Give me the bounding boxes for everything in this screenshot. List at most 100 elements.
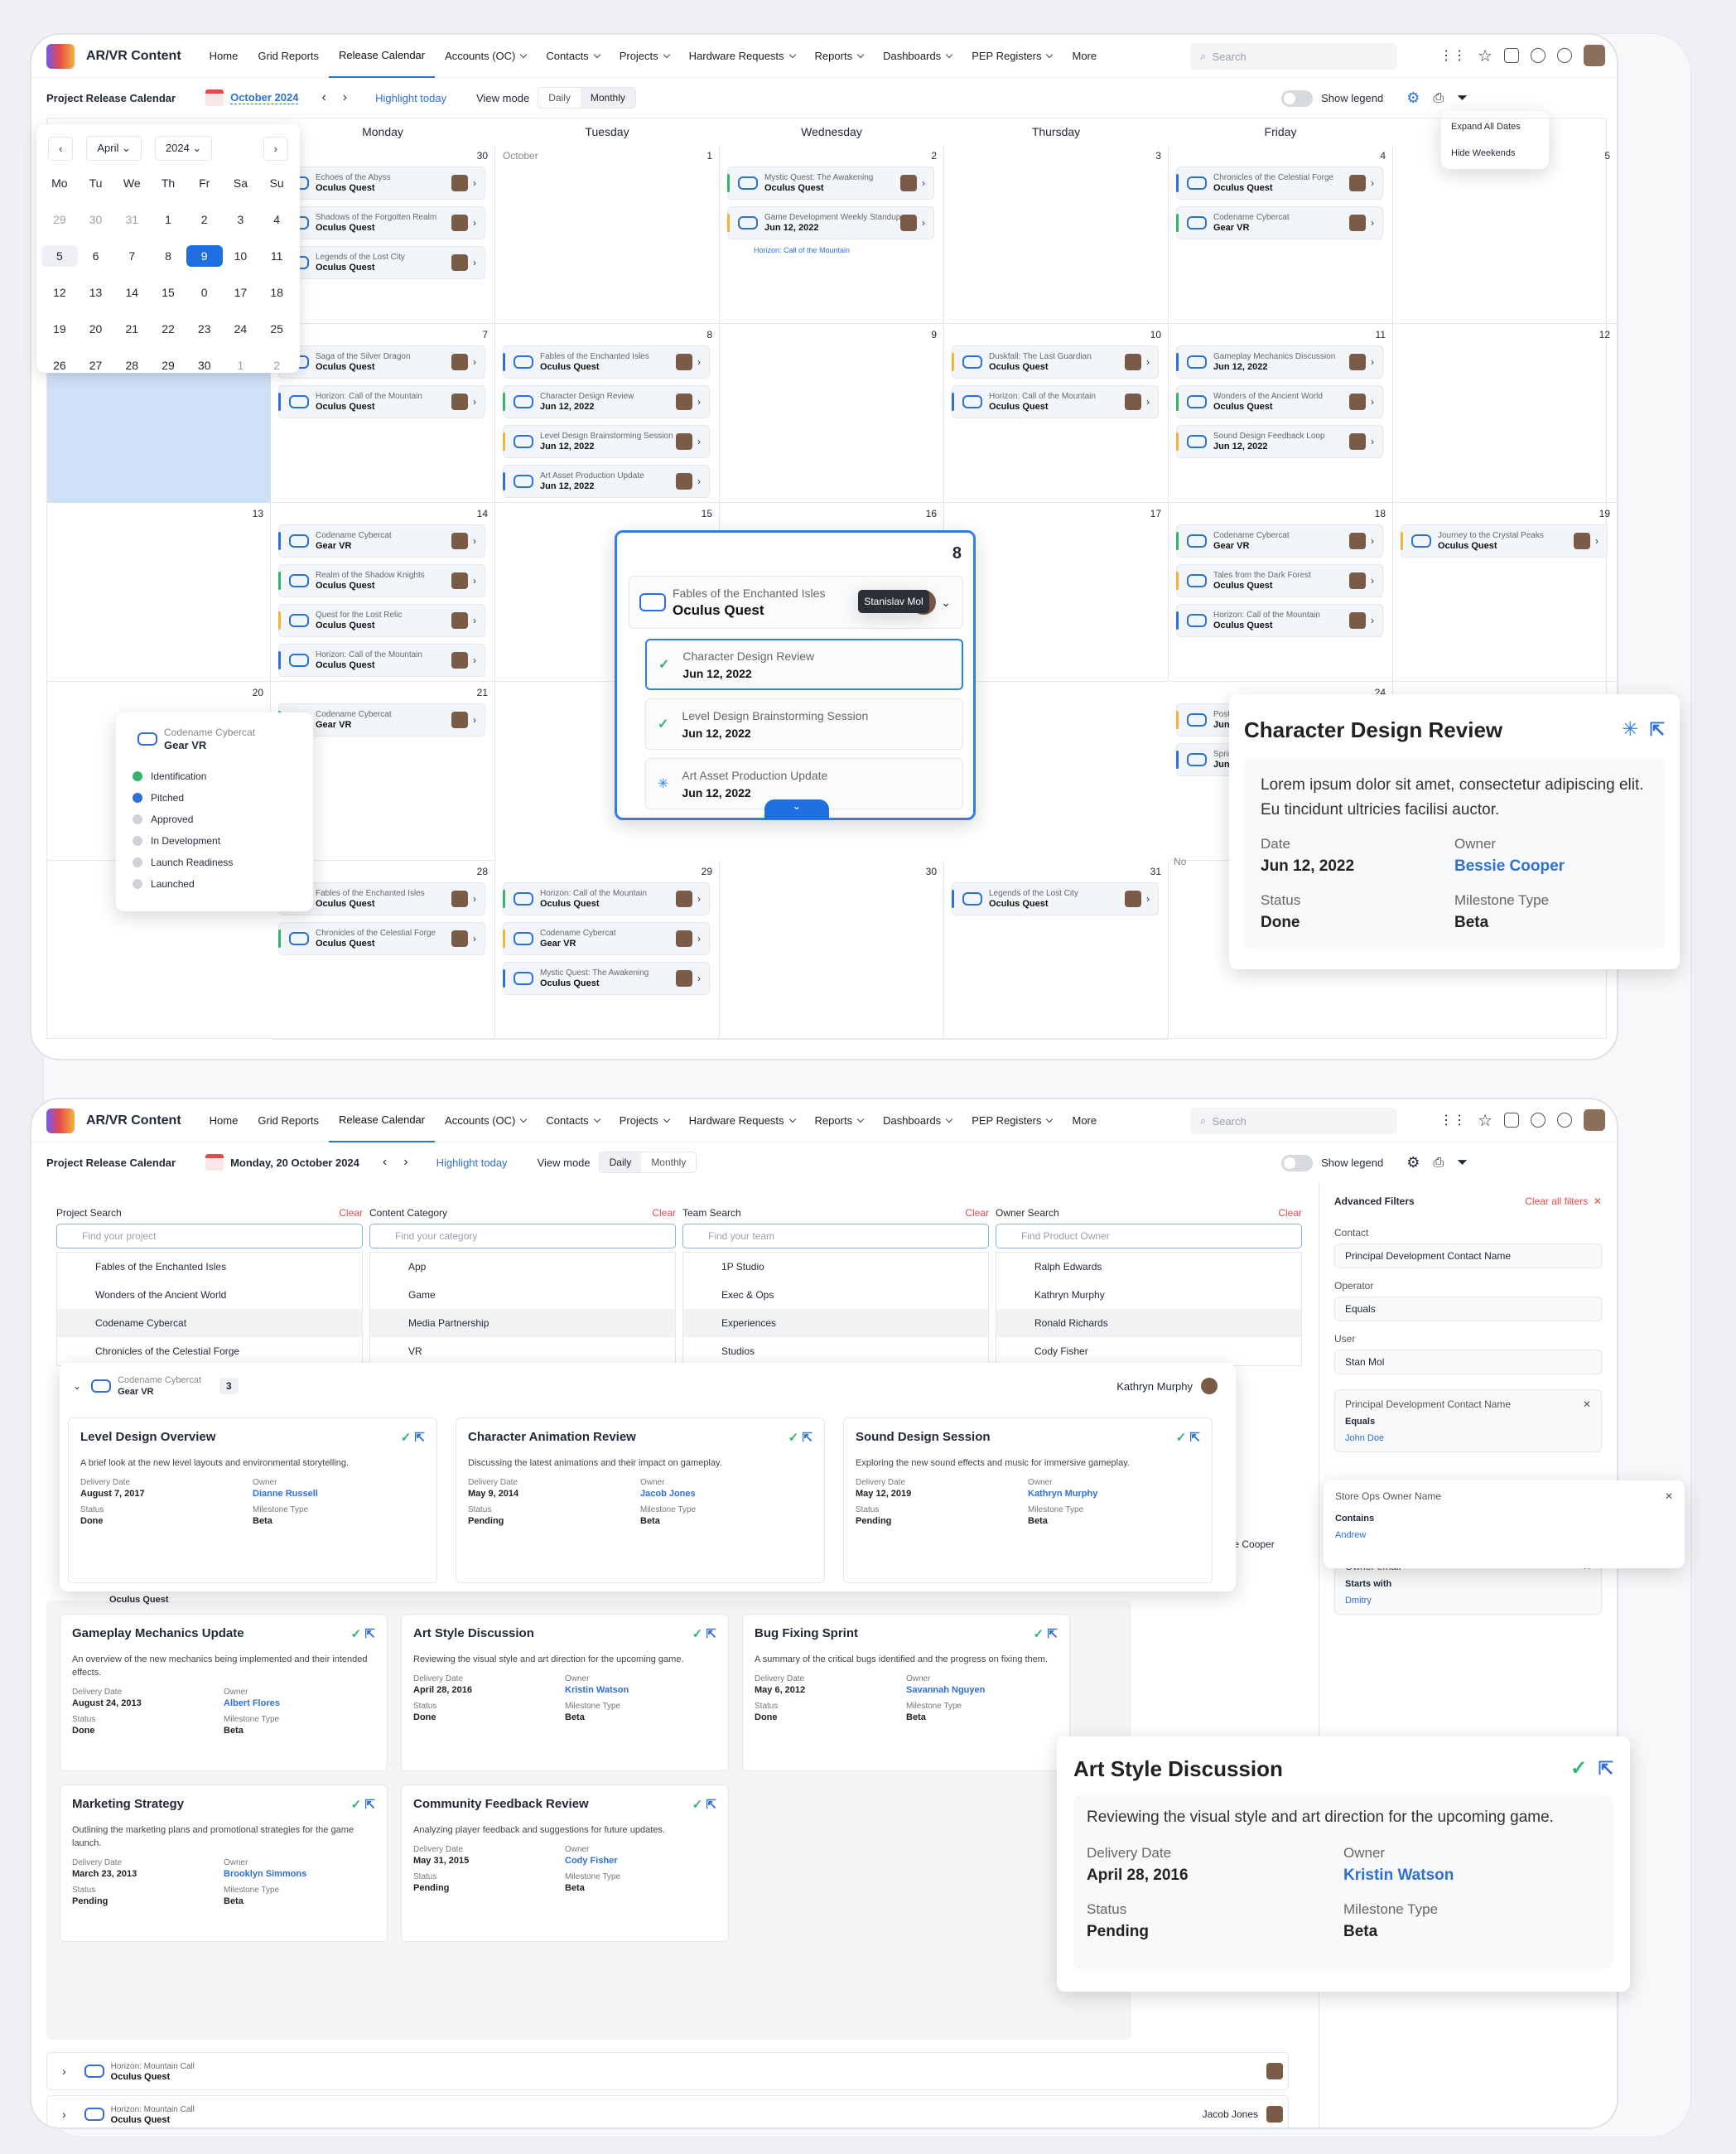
filter-option[interactable]: Chronicles of the Celestial Forge bbox=[57, 1337, 362, 1365]
chevron-right-icon[interactable]: › bbox=[62, 2065, 66, 2078]
filter-option[interactable]: App bbox=[370, 1253, 675, 1281]
open-external-icon[interactable]: ⇱ bbox=[1650, 719, 1665, 740]
nav-hardware[interactable]: Hardware Requests bbox=[679, 1099, 805, 1142]
event-card[interactable]: Echoes of the Abyss Oculus Quest › bbox=[278, 167, 485, 200]
apps-grid-icon[interactable]: ⋮⋮ bbox=[1439, 47, 1466, 64]
gear-icon[interactable]: ⚙ bbox=[1406, 1154, 1420, 1171]
filter-option[interactable]: Codename Cybercat bbox=[57, 1309, 362, 1337]
chevron-right-icon[interactable]: › bbox=[1371, 396, 1382, 408]
owner-value[interactable]: Bessie Cooper bbox=[1454, 857, 1648, 876]
chevron-right-icon[interactable]: › bbox=[473, 893, 485, 905]
day-cell[interactable]: 13 bbox=[47, 503, 271, 682]
print-icon[interactable]: ⎙ bbox=[1433, 1156, 1444, 1171]
mini-date[interactable]: 14 bbox=[113, 282, 150, 303]
day-cell[interactable]: 1 October bbox=[496, 145, 720, 324]
chevron-right-icon[interactable]: › bbox=[1371, 356, 1382, 368]
event-card[interactable]: Horizon: Call of the Mountain Oculus Ques… bbox=[278, 644, 485, 677]
project-row[interactable]: › Horizon: Mountain Call Oculus Quest bbox=[46, 2052, 1289, 2090]
mini-date[interactable]: 18 bbox=[258, 282, 295, 303]
chevron-right-icon[interactable]: › bbox=[697, 356, 709, 368]
filter-option[interactable]: Media Partnership bbox=[370, 1309, 675, 1337]
event-card[interactable]: Tales from the Dark Forest Oculus Quest › bbox=[1176, 564, 1383, 597]
meta-value[interactable]: Dianne Russell bbox=[253, 1489, 425, 1499]
day-cell[interactable]: 7 Saga of the Silver Dragon Oculus Quest › H… bbox=[272, 324, 495, 503]
mini-date[interactable]: 4 bbox=[258, 209, 295, 230]
open-external-icon[interactable]: ⇱ bbox=[706, 1798, 716, 1812]
nav-dashboards[interactable]: Dashboards bbox=[873, 35, 962, 78]
chevron-right-icon[interactable]: › bbox=[473, 615, 485, 626]
chevron-right-icon[interactable]: › bbox=[1146, 356, 1158, 368]
filter-option[interactable]: Exec & Ops bbox=[683, 1281, 988, 1309]
event-card[interactable]: Quest for the Lost Relic Oculus Quest › bbox=[278, 604, 485, 637]
nav-grid-reports[interactable]: Grid Reports bbox=[248, 35, 329, 78]
event-card[interactable]: Chronicles of the Celestial Forge Oculus … bbox=[1176, 167, 1383, 200]
star-icon[interactable]: ☆ bbox=[1478, 46, 1492, 66]
open-external-icon[interactable]: ⇱ bbox=[364, 1627, 375, 1641]
event-card[interactable]: Art Asset Production Update Jun 12, 2022 › bbox=[503, 465, 710, 498]
project-row[interactable]: › Horizon: Mountain Call Oculus Quest Jacob… bbox=[46, 2095, 1289, 2127]
event-card[interactable]: Saga of the Silver Dragon Oculus Quest › bbox=[278, 345, 485, 379]
sub-event-card[interactable]: ✓ Level Design Brainstorming Session Jun 1… bbox=[645, 698, 963, 750]
chevron-right-icon[interactable]: › bbox=[1595, 535, 1607, 547]
mini-date[interactable]: 10 bbox=[223, 245, 259, 267]
event-card[interactable]: Horizon: Call of the Mountain Oculus Ques… bbox=[278, 385, 485, 418]
meta-value[interactable]: Savannah Nguyen bbox=[906, 1685, 1058, 1695]
prev-arrow-icon[interactable]: ‹ bbox=[383, 1155, 387, 1170]
owner-value[interactable]: Kristin Watson bbox=[1343, 1867, 1600, 1885]
day-cell[interactable]: 31 Legends of the Lost City Oculus Quest › bbox=[945, 861, 1169, 1040]
day-cell[interactable]: 19 Journey to the Crystal Peaks Oculus Que… bbox=[1394, 503, 1617, 682]
legend-toggle[interactable]: Show legend ⚙ ⎙ ⏷ bbox=[1281, 89, 1468, 107]
event-card[interactable]: Codename Cybercat Gear VR › bbox=[1176, 524, 1383, 558]
task-card[interactable]: Level Design Overview ✓ ⇱ A brief look at … bbox=[68, 1417, 437, 1583]
mini-date[interactable]: 13 bbox=[78, 282, 114, 303]
meta-value[interactable]: Jacob Jones bbox=[640, 1489, 813, 1499]
meta-value[interactable]: Kristin Watson bbox=[565, 1685, 716, 1695]
nav-accounts[interactable]: Accounts (OC) bbox=[435, 1099, 536, 1142]
mini-date[interactable]: 26 bbox=[41, 355, 78, 376]
highlight-today-button[interactable]: Highlight today bbox=[375, 92, 446, 104]
event-card[interactable]: Fables of the Enchanted Isles Oculus Ques… bbox=[503, 345, 710, 379]
day-cell[interactable]: 3 bbox=[945, 145, 1169, 324]
chevron-right-icon[interactable]: › bbox=[1371, 436, 1382, 447]
nav-reports[interactable]: Reports bbox=[805, 35, 874, 78]
chevron-right-icon[interactable]: › bbox=[473, 396, 485, 408]
filter-option[interactable]: Ronald Richards bbox=[996, 1309, 1301, 1337]
clear-button[interactable]: Clear bbox=[965, 1207, 989, 1219]
day-cell[interactable]: 30 Echoes of the Abyss Oculus Quest › Shadow… bbox=[272, 145, 495, 324]
mini-date[interactable]: 8 bbox=[150, 245, 186, 267]
chevron-right-icon[interactable]: › bbox=[922, 217, 933, 229]
mini-date[interactable]: 23 bbox=[186, 318, 223, 340]
bell-icon[interactable] bbox=[1531, 48, 1546, 63]
chevron-right-icon[interactable]: › bbox=[1146, 396, 1158, 408]
open-external-icon[interactable]: ⇱ bbox=[364, 1798, 375, 1812]
filter-input[interactable]: Find your category bbox=[369, 1224, 676, 1248]
open-external-icon[interactable]: ⇱ bbox=[706, 1627, 716, 1641]
task-card[interactable]: Sound Design Session ✓ ⇱ Exploring the new… bbox=[843, 1417, 1213, 1583]
mini-date[interactable]: 3 bbox=[223, 209, 259, 230]
task-card[interactable]: Character Animation Review ✓ ⇱ Discussing … bbox=[456, 1417, 825, 1583]
day-cell[interactable]: 9 bbox=[721, 324, 944, 503]
nav-contacts[interactable]: Contacts bbox=[536, 35, 609, 78]
date-picker[interactable]: October 2024 bbox=[230, 91, 299, 104]
chevron-right-icon[interactable]: › bbox=[697, 436, 709, 447]
mini-date[interactable]: 7 bbox=[113, 245, 150, 267]
daily-tab[interactable]: Daily bbox=[538, 88, 581, 108]
day-cell[interactable]: 4 Chronicles of the Celestial Forge Oculus… bbox=[1169, 145, 1393, 324]
monthly-tab[interactable]: Monthly bbox=[641, 1152, 696, 1172]
nav-release-calendar[interactable]: Release Calendar bbox=[329, 35, 436, 78]
filter-input[interactable]: Find your team bbox=[682, 1224, 989, 1248]
chevron-right-icon[interactable]: › bbox=[697, 893, 709, 905]
avatar[interactable] bbox=[1584, 1109, 1605, 1131]
meta-value[interactable]: Albert Flores bbox=[224, 1698, 375, 1708]
chevron-right-icon[interactable]: › bbox=[1146, 893, 1158, 905]
prev-arrow-icon[interactable]: ‹ bbox=[321, 90, 326, 105]
event-card[interactable]: Wonders of the Ancient World Oculus Quest… bbox=[1176, 385, 1383, 418]
day-cell[interactable]: 2 Mystic Quest: The Awakening Oculus Quest… bbox=[721, 145, 944, 324]
nav-hardware[interactable]: Hardware Requests bbox=[679, 35, 805, 78]
event-card[interactable]: Codename Cybercat Gear VR › bbox=[503, 922, 710, 955]
clear-all-filters[interactable]: Clear all filters ✕ bbox=[1525, 1195, 1602, 1207]
mini-date[interactable]: 11 bbox=[258, 245, 295, 267]
filter-option[interactable]: Ralph Edwards bbox=[996, 1253, 1301, 1281]
chevron-right-icon[interactable]: › bbox=[473, 356, 485, 368]
day-cell[interactable]: 17 bbox=[945, 503, 1169, 682]
